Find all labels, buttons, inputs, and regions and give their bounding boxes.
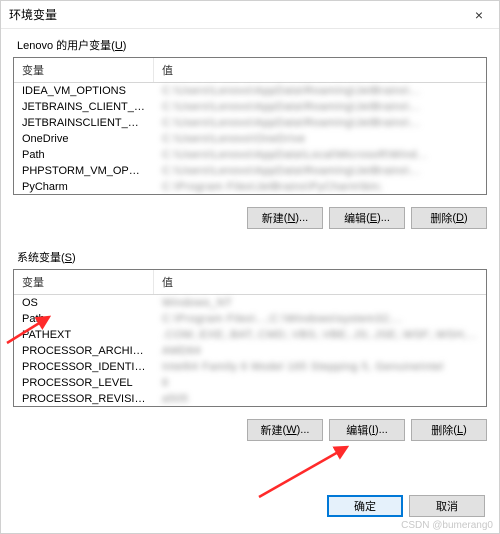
environment-variables-dialog: 环境变量 × Lenovo 的用户变量(U) 变量 值 IDEA_VM_OPTI…: [0, 0, 500, 534]
variable-value: C:\Users\Lenovo\OneDrive: [154, 131, 486, 147]
column-header-value[interactable]: 值: [154, 270, 486, 294]
variable-name: PROCESSOR_ARCHITECT...: [14, 343, 154, 359]
user-variables-label: Lenovo 的用户变量(U): [13, 35, 487, 57]
table-row[interactable]: JETBRAINS_CLIENT_VM_O...C:\Users\Lenovo\…: [14, 99, 486, 115]
variable-name: PyCharm: [14, 179, 154, 195]
variable-value: Intel64 Family 6 Model 165 Stepping 5, G…: [154, 359, 486, 375]
variable-name: PROCESSOR_IDENTIFIER: [14, 359, 154, 375]
column-header-name[interactable]: 变量: [14, 58, 154, 82]
variable-value: C:\Users\Lenovo\AppData\Roaming\JetBrain…: [154, 115, 486, 131]
table-row[interactable]: PROCESSOR_ARCHITECT...AMD64: [14, 343, 486, 359]
variable-name: PROCESSOR_REVISION: [14, 391, 154, 407]
ok-button[interactable]: 确定: [327, 495, 403, 517]
table-row[interactable]: PathC:\Program Files\...;C:\Windows\syst…: [14, 311, 486, 327]
user-variables-buttons: 新建(N)... 编辑(E)... 删除(D): [1, 199, 499, 241]
user-variables-section: Lenovo 的用户变量(U) 变量 值 IDEA_VM_OPTIONSC:\U…: [1, 29, 499, 199]
table-row[interactable]: PathC:\Users\Lenovo\AppData\Local\Micros…: [14, 147, 486, 163]
table-row[interactable]: OSWindows_NT: [14, 295, 486, 311]
variable-value: C:\Users\Lenovo\AppData\Roaming\JetBrain…: [154, 99, 486, 115]
edit-button[interactable]: 编辑(E)...: [329, 207, 405, 229]
variable-value: .COM;.EXE;.BAT;.CMD;.VBS;.VBE;.JS;.JSE;.…: [154, 327, 486, 343]
table-row[interactable]: PATHEXT.COM;.EXE;.BAT;.CMD;.VBS;.VBE;.JS…: [14, 327, 486, 343]
column-header-value[interactable]: 值: [154, 58, 486, 82]
system-variables-list[interactable]: 变量 值 OSWindows_NTPathC:\Program Files\..…: [13, 269, 487, 407]
titlebar: 环境变量 ×: [1, 1, 499, 29]
variable-value: 6: [154, 375, 486, 391]
variable-name: PATHEXT: [14, 327, 154, 343]
variable-name: PROCESSOR_LEVEL: [14, 375, 154, 391]
table-row[interactable]: PROCESSOR_REVISIONa505: [14, 391, 486, 407]
variable-name: JETBRAINS_CLIENT_VM_O...: [14, 99, 154, 115]
delete-button[interactable]: 删除(D): [411, 207, 487, 229]
list-header: 变量 值: [14, 270, 486, 295]
variable-value: a505: [154, 391, 486, 407]
table-row[interactable]: IDEA_VM_OPTIONSC:\Users\Lenovo\AppData\R…: [14, 83, 486, 99]
list-header: 变量 值: [14, 58, 486, 83]
variable-value: C:\Users\Lenovo\AppData\Roaming\JetBrain…: [154, 163, 486, 179]
system-variables-section: 系统变量(S) 变量 值 OSWindows_NTPathC:\Program …: [1, 241, 499, 411]
table-row[interactable]: JETBRAINSCLIENT_VM_O...C:\Users\Lenovo\A…: [14, 115, 486, 131]
column-header-name[interactable]: 变量: [14, 270, 154, 294]
variable-value: C:\Users\Lenovo\AppData\Roaming\JetBrain…: [154, 83, 486, 99]
system-variables-label: 系统变量(S): [13, 247, 487, 269]
variable-name: IDEA_VM_OPTIONS: [14, 83, 154, 99]
variable-value: C:\Program Files\JetBrains\PyCharm\bin;: [154, 179, 486, 195]
variable-name: Path: [14, 311, 154, 327]
variable-name: PHPSTORM_VM_OPTIONS: [14, 163, 154, 179]
table-row[interactable]: PyCharmC:\Program Files\JetBrains\PyChar…: [14, 179, 486, 195]
window-title: 环境变量: [9, 6, 57, 23]
variable-value: C:\Program Files\...;C:\Windows\system32…: [154, 311, 486, 327]
variable-name: JETBRAINSCLIENT_VM_O...: [14, 115, 154, 131]
delete-button[interactable]: 删除(L): [411, 419, 487, 441]
variable-value: C:\Users\Lenovo\AppData\Local\Microsoft\…: [154, 147, 486, 163]
variable-name: Path: [14, 147, 154, 163]
table-row[interactable]: PROCESSOR_LEVEL6: [14, 375, 486, 391]
cancel-button[interactable]: 取消: [409, 495, 485, 517]
variable-name: OneDrive: [14, 131, 154, 147]
variable-value: AMD64: [154, 343, 486, 359]
system-variables-buttons: 新建(W)... 编辑(I)... 删除(L): [1, 411, 499, 453]
table-row[interactable]: PROCESSOR_IDENTIFIERIntel64 Family 6 Mod…: [14, 359, 486, 375]
table-row[interactable]: OneDriveC:\Users\Lenovo\OneDrive: [14, 131, 486, 147]
new-button[interactable]: 新建(N)...: [247, 207, 323, 229]
user-variables-list[interactable]: 变量 值 IDEA_VM_OPTIONSC:\Users\Lenovo\AppD…: [13, 57, 487, 195]
variable-value: Windows_NT: [154, 295, 486, 311]
dialog-buttons: 确定 取消: [313, 485, 499, 527]
variable-name: OS: [14, 295, 154, 311]
new-button[interactable]: 新建(W)...: [247, 419, 323, 441]
close-icon[interactable]: ×: [467, 5, 491, 25]
edit-button[interactable]: 编辑(I)...: [329, 419, 405, 441]
table-row[interactable]: PHPSTORM_VM_OPTIONSC:\Users\Lenovo\AppDa…: [14, 163, 486, 179]
